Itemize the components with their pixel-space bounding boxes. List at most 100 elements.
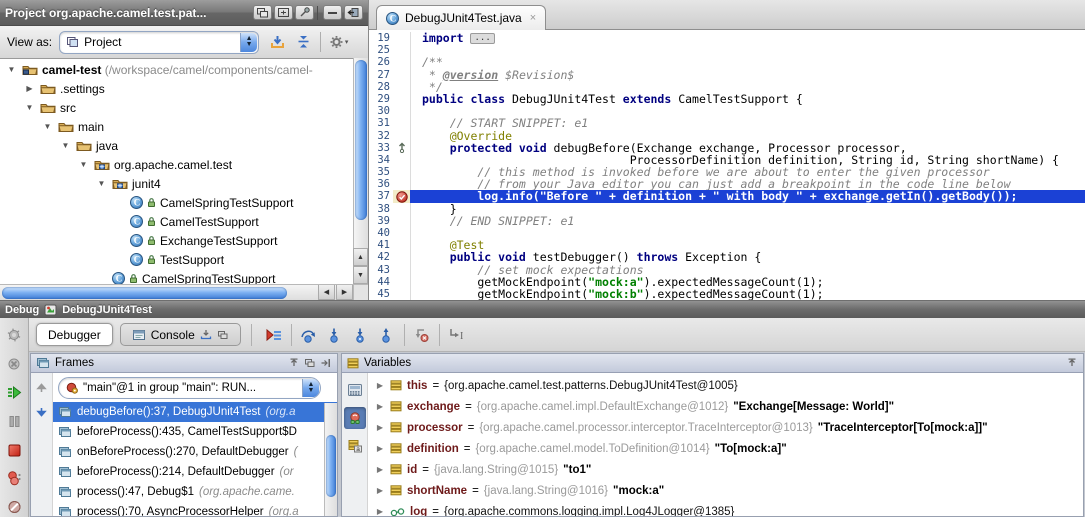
gutter-marker[interactable] (393, 203, 410, 215)
expand-arrow-icon[interactable]: ▶ (375, 486, 385, 495)
expand-arrow-icon[interactable]: ▶ (375, 423, 385, 432)
tree-item[interactable]: CCamelSpringTestSupport (0, 193, 368, 212)
tab-debugger[interactable]: Debugger (36, 323, 113, 346)
variable-row[interactable]: ▶processor = {org.apache.camel.processor… (368, 417, 1083, 438)
stack-frame-row[interactable]: debugBefore():37, DebugJUnit4Test (org.a (53, 402, 337, 422)
gutter-marker[interactable] (393, 190, 410, 202)
stack-frame-row[interactable]: beforeProcess():214, DefaultDebugger (or (53, 462, 337, 482)
gutter-marker[interactable] (393, 276, 410, 288)
run-to-cursor-button[interactable]: I (445, 323, 469, 347)
editor-tab[interactable]: C DebugJUnit4Test.java × (376, 5, 546, 30)
variable-row[interactable]: ▶this = {org.apache.camel.test.patterns.… (368, 375, 1083, 396)
gutter-marker[interactable] (393, 56, 410, 68)
view-breakpoints-button[interactable] (2, 468, 26, 489)
gutter-marker[interactable] (393, 117, 410, 129)
tree-item[interactable]: ▼org.apache.camel.test (0, 155, 368, 174)
scroll-up-button[interactable]: ▲ (353, 248, 368, 266)
gutter-marker[interactable] (393, 166, 410, 178)
scroll-down-button[interactable]: ▼ (353, 266, 368, 284)
variable-row[interactable]: ▶log = {org.apache.commons.logging.impl.… (368, 501, 1083, 516)
code-line[interactable]: 38 } (369, 203, 1085, 215)
tree-item[interactable]: CExchangeTestSupport (0, 231, 368, 250)
collapse-all-button[interactable] (292, 31, 314, 53)
mute-breakpoints-button[interactable] (2, 496, 26, 517)
update-app-button[interactable] (2, 354, 26, 375)
tree-item[interactable]: ▼camel-test (/workspace/camel/components… (0, 60, 368, 79)
pause-button[interactable] (2, 411, 26, 432)
scroll-right-button[interactable]: ▶ (336, 285, 353, 300)
thread-selector[interactable]: "main"@1 in group "main": RUN... ▲▼ (58, 377, 321, 399)
close-tab-icon[interactable]: × (530, 12, 536, 24)
gutter-marker[interactable] (393, 227, 410, 239)
variable-row[interactable]: ▶definition = {org.apache.camel.model.To… (368, 438, 1083, 459)
gutter-marker[interactable] (393, 154, 410, 166)
tree-item[interactable]: ▶.settings (0, 79, 368, 98)
expand-arrow-icon[interactable]: ▼ (77, 160, 90, 169)
variable-row[interactable]: ▶exchange = {org.apache.camel.impl.Defau… (368, 396, 1083, 417)
resume-button[interactable] (2, 382, 26, 403)
code-line[interactable]: 19import ... (369, 32, 1085, 44)
expand-arrow-icon[interactable]: ▶ (375, 402, 385, 411)
variable-row[interactable]: ▶id = {java.lang.String@1015}"to1" (368, 459, 1083, 480)
gutter-marker[interactable] (393, 130, 410, 142)
tree-item[interactable]: ▼main (0, 117, 368, 136)
gutter-marker[interactable] (393, 32, 410, 44)
project-tree-horizontal-scrollbar[interactable]: ◀ ▶ (0, 284, 353, 300)
tree-item[interactable]: CCamelTestSupport (0, 212, 368, 231)
view-as-select[interactable]: Project ▲▼ (59, 31, 259, 54)
dock-mini-icon[interactable] (287, 358, 300, 369)
gutter-marker[interactable] (393, 142, 410, 154)
rerun-button[interactable] (2, 325, 26, 346)
expand-arrow-icon[interactable]: ▶ (375, 444, 385, 453)
scroll-left-button[interactable]: ◀ (318, 285, 335, 300)
expand-arrow-icon[interactable]: ▶ (375, 381, 385, 390)
gutter-marker[interactable] (393, 93, 410, 105)
stop-button[interactable] (2, 439, 26, 460)
gutter-marker[interactable] (393, 44, 410, 56)
expand-arrow-icon[interactable]: ▶ (375, 465, 385, 474)
variable-row[interactable]: ▶shortName = {java.lang.String@1016}"moc… (368, 480, 1083, 501)
code-line[interactable]: 25 (369, 44, 1085, 56)
gutter-marker[interactable] (393, 264, 410, 276)
gutter-marker[interactable] (393, 251, 410, 263)
code-line[interactable]: 43 // set mock expectations (369, 264, 1085, 276)
stack-frame-row[interactable]: beforeProcess():435, CamelTestSupport$D (53, 422, 337, 442)
gutter-marker[interactable] (393, 69, 410, 81)
gutter-marker[interactable] (393, 105, 410, 117)
gutter-marker[interactable] (393, 239, 410, 251)
code-line[interactable]: 29public class DebugJUnit4Test extends C… (369, 93, 1085, 105)
watch-button[interactable] (344, 407, 366, 429)
step-into-button[interactable] (323, 323, 347, 347)
view-as-stepper[interactable]: ▲▼ (240, 33, 257, 52)
override-marker-icon[interactable] (397, 142, 407, 153)
autoscroll-to-source-button[interactable] (266, 31, 288, 53)
tab-console[interactable]: Console (120, 323, 241, 346)
code-line[interactable]: 31 // START SNIPPET: e1 (369, 117, 1085, 129)
tree-item[interactable]: ▼java (0, 136, 368, 155)
stack-frame-row[interactable]: onBeforeProcess():270, DefaultDebugger ( (53, 442, 337, 462)
pin-button[interactable] (295, 5, 314, 20)
next-frame-icon[interactable] (35, 406, 48, 419)
previous-frame-icon[interactable] (35, 381, 48, 394)
minimize-button[interactable] (323, 5, 342, 20)
expand-arrow-icon[interactable]: ▶ (23, 84, 36, 93)
hide-mini-icon[interactable] (319, 358, 332, 369)
stack-frame-row[interactable]: process():47, Debug$1 (org.apache.came. (53, 482, 337, 502)
project-tree-vertical-scrollbar[interactable] (353, 58, 368, 248)
code-line[interactable]: 26/** (369, 56, 1085, 68)
dock-mini-icon[interactable] (1065, 358, 1078, 369)
expand-arrow-icon[interactable]: ▼ (95, 179, 108, 188)
hide-button[interactable] (344, 5, 363, 20)
force-step-into-button[interactable] (349, 323, 373, 347)
stack-frame-row[interactable]: process():70, AsyncProcessorHelper (org.… (53, 502, 337, 516)
gutter-marker[interactable] (393, 215, 410, 227)
step-over-button[interactable] (297, 323, 321, 347)
tree-item[interactable]: CTestSupport (0, 250, 368, 269)
settings-button[interactable]: ▾ (327, 31, 349, 53)
breakpoint-icon[interactable] (396, 191, 408, 203)
code-line[interactable]: 45 getMockEndpoint("mock:b").expectedMes… (369, 288, 1085, 300)
expand-arrow-icon[interactable]: ▼ (5, 65, 18, 74)
gutter-marker[interactable] (393, 178, 410, 190)
code-line[interactable]: 39 // END SNIPPET: e1 (369, 215, 1085, 227)
show-execution-point-button[interactable] (262, 323, 286, 347)
